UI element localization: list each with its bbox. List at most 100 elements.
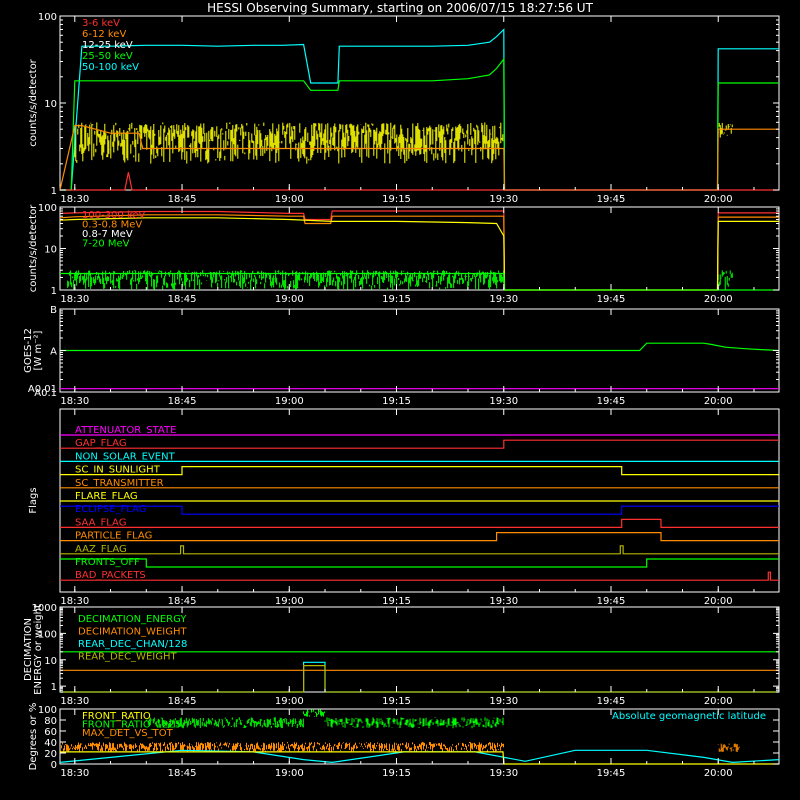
decim-legend-entry: DECIMATION_WEIGHT	[78, 627, 187, 638]
lowE-ylabel: counts/s/detector	[28, 58, 39, 146]
flag-label-attenuator-state: ATTENUATOR_STATE	[75, 425, 176, 436]
front-noise-max-det-vs-tot	[717, 743, 740, 752]
flag-label-saa-flag: SAA_FLAG	[75, 517, 126, 528]
goes-xtick-label: 19:15	[382, 396, 411, 407]
front-xtick-label: 18:30	[60, 768, 89, 779]
observing-summary-figure: 18:30 18:45 19:00 19:15 19:30 19:45 20:0011010…	[23, 12, 780, 779]
highE-xtick-label: 18:30	[60, 294, 89, 305]
decim-legend-entry: REAR_DEC_WEIGHT	[78, 652, 177, 663]
flags-xtick-label: 20:00	[704, 596, 733, 607]
decim-ytick-label: 10	[44, 656, 57, 667]
highE-xtick-label: 19:15	[382, 294, 411, 305]
lowE-noise-12-25-kev	[74, 122, 504, 164]
flag-label-flare-flag: FLARE_FLAG	[75, 491, 138, 502]
lowE-frame	[59, 15, 780, 191]
highE-noise-7-20-mev	[717, 270, 733, 290]
front-noise-front-ratio-1225	[303, 709, 326, 717]
flag-line-saa-flag	[60, 518, 779, 529]
goes-xtick-label: 19:00	[275, 396, 304, 407]
highE-xtick-label: 19:00	[275, 294, 304, 305]
flags-xtick-label: 19:00	[275, 596, 304, 607]
goes-xtick-label: 20:00	[704, 396, 733, 407]
front-ylabel: Degrees or %	[28, 703, 39, 771]
decim-xtick-label: 19:45	[597, 696, 626, 707]
front-xtick-label: 19:30	[489, 768, 518, 779]
lowE-xtick-label: 19:45	[597, 194, 626, 205]
lowE-xtick-label: 18:30	[60, 194, 89, 205]
lowE-ytick-label: 1	[51, 186, 57, 197]
flag-line-eclipse-flag	[60, 505, 779, 515]
lowE-legend-entry: 6-12 keV	[82, 29, 126, 40]
goes-xtick-label: 18:45	[168, 396, 197, 407]
front-xtick-label: 19:00	[275, 768, 304, 779]
goes-ytick-label: A0.01	[28, 384, 57, 395]
highE-xtick-label: 19:30	[489, 294, 518, 305]
decim-legend-entry: DECIMATION_ENERGY	[78, 614, 187, 625]
flag-line-particle-flag	[60, 531, 779, 542]
decim-xtick-label: 18:45	[168, 696, 197, 707]
highE-ytick-label: 100	[38, 203, 57, 214]
decim-series-rear-dec-weight	[60, 664, 779, 693]
decim-xtick-label: 19:15	[382, 696, 411, 707]
goes-ytick-label: A	[50, 347, 57, 358]
front-ytick-label: 20	[44, 749, 57, 760]
lowE-series-25-50-kev	[60, 57, 779, 191]
highE-xtick-label: 19:45	[597, 294, 626, 305]
decim-ylabel: ENERGY or weight	[33, 604, 44, 695]
front-xtick-label: 19:15	[382, 768, 411, 779]
front-ytick-label: 0	[51, 760, 57, 771]
flag-label-non-solar-event: NON_SOLAR_EVENT	[75, 451, 176, 462]
flag-label-fronts-off: FRONTS_OFF	[75, 557, 140, 568]
decim-xtick-label: 20:00	[704, 696, 733, 707]
goes-xtick-label: 18:30	[60, 396, 89, 407]
lowE-legend-entry: 50-100 keV	[82, 62, 139, 73]
flag-label-particle-flag: PARTICLE_FLAG	[75, 531, 152, 542]
front-ytick-label: 40	[44, 738, 57, 749]
flag-label-sc-transmitter: SC_TRANSMITTER	[75, 478, 164, 489]
goes-ylabel: [W m⁻²]	[33, 330, 44, 370]
lowE-legend-entry: 3-6 keV	[82, 18, 120, 29]
highE-ytick-label: 10	[44, 245, 57, 256]
flag-label-gap-flag: GAP_FLAG	[75, 438, 127, 449]
lowE-ytick-label: 100	[38, 12, 57, 23]
front-noise-front-ratio-1225	[324, 717, 504, 729]
front-ytick-label: 100	[38, 705, 57, 716]
front-noise-max-det-vs-tot	[60, 742, 505, 752]
lowE-series-50-100-kev	[60, 28, 779, 191]
highE-xtick-label: 18:45	[168, 294, 197, 305]
flag-line-aaz-flag	[60, 545, 779, 555]
front-annotation-label: Absolute geomagnetic latitude	[612, 711, 766, 722]
front-xtick-label: 20:00	[704, 768, 733, 779]
lowE-legend-entry: 12-25 keV	[82, 40, 133, 51]
decim-series-rear-dec-chan-128	[60, 661, 779, 693]
highE-legend-entry: 7-20 MeV	[82, 239, 130, 250]
front-xtick-label: 19:45	[597, 768, 626, 779]
highE-series-0-8-7-mev	[59, 217, 779, 291]
flags-xtick-label: 19:15	[382, 596, 411, 607]
front-ytick-label: 60	[44, 727, 57, 738]
lowE-noise-12-25-kev	[717, 122, 733, 138]
flags-xtick-label: 19:45	[597, 596, 626, 607]
goes-xtick-label: 19:30	[489, 396, 518, 407]
flag-line-bad-packets	[60, 571, 779, 581]
decim-xtick-label: 19:30	[489, 696, 518, 707]
highE-xtick-label: 20:00	[704, 294, 733, 305]
highE-ytick-label: 1	[51, 286, 57, 297]
flags-xtick-label: 18:45	[168, 596, 197, 607]
front-ytick-label: 80	[44, 716, 57, 727]
lowE-xtick-label: 19:15	[382, 194, 411, 205]
goes-xtick-label: 19:45	[597, 396, 626, 407]
flag-label-aaz-flag: AAZ_FLAG	[75, 544, 127, 555]
flag-label-bad-packets: BAD_PACKETS	[75, 570, 146, 581]
flag-line-fronts-off	[60, 558, 779, 568]
goes-ytick-label: B	[50, 305, 57, 316]
flags-xtick-label: 19:30	[489, 596, 518, 607]
decim-xtick-label: 19:00	[275, 696, 304, 707]
decim-ytick-label: 1	[51, 682, 57, 693]
flags-ylabel: Flags	[28, 487, 39, 513]
flag-line-gap-flag	[60, 439, 779, 449]
decim-legend-entry: REAR_DEC_CHAN/128	[78, 639, 187, 650]
front-xtick-label: 18:45	[168, 768, 197, 779]
lowE-xtick-label: 20:00	[704, 194, 733, 205]
goes-series-goes-long	[60, 342, 780, 352]
